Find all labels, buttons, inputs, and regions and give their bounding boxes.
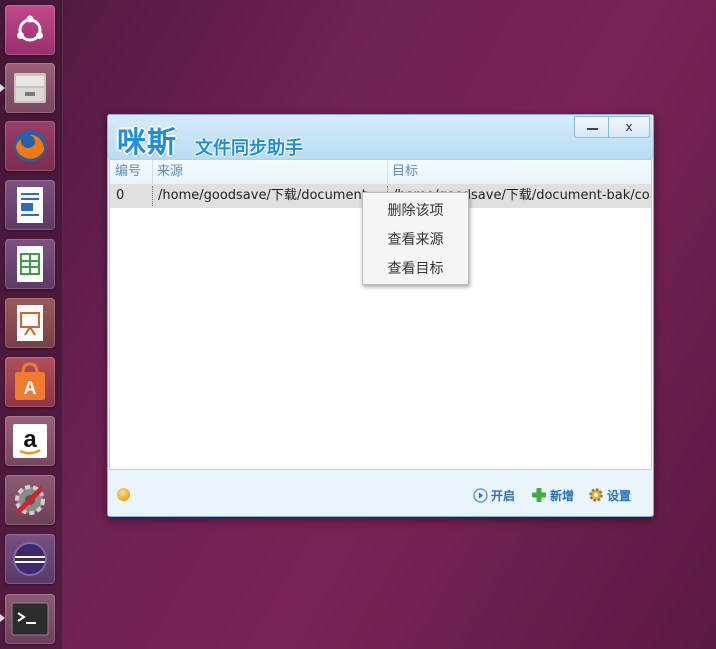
table-header: 编号 来源 目标 <box>110 160 651 185</box>
menu-item-delete[interactable]: 删除该项 <box>363 199 468 223</box>
settings-button[interactable]: 设置 <box>588 485 631 505</box>
running-indicator <box>0 614 5 622</box>
settings-label: 设置 <box>607 488 632 503</box>
svg-text:a: a <box>23 426 37 453</box>
writer-icon[interactable] <box>5 180 55 230</box>
eclipse-icon[interactable] <box>5 534 55 584</box>
column-header-source[interactable]: 来源 <box>152 160 387 184</box>
add-label: 新增 <box>550 488 575 503</box>
column-header-id[interactable]: 编号 <box>110 160 152 184</box>
files-icon[interactable] <box>5 63 55 113</box>
software-center-icon[interactable]: A <box>5 357 55 407</box>
minimize-button[interactable] <box>574 116 610 138</box>
minimize-icon <box>586 128 598 130</box>
close-button[interactable]: x <box>608 116 650 138</box>
running-indicator <box>0 84 5 92</box>
svg-text:A: A <box>24 378 37 398</box>
ubuntu-dash-icon[interactable] <box>5 5 55 55</box>
start-label: 开启 <box>491 488 516 503</box>
amazon-icon[interactable]: a <box>5 416 55 466</box>
start-button[interactable]: 开启 <box>473 485 515 505</box>
status-indicator-icon <box>117 488 130 501</box>
menu-item-view-target[interactable]: 查看目标 <box>363 257 468 281</box>
app-logo: 咪斯 <box>117 125 178 159</box>
sync-assistant-window: 咪斯 文件同步助手 x 编号 来源 目标 0 /home/goodsave/下载… <box>107 114 654 517</box>
calc-icon[interactable] <box>5 239 55 289</box>
app-subtitle: 文件同步助手 <box>195 138 303 159</box>
launcher: A a <box>0 0 63 649</box>
row-id: 0 <box>116 188 125 203</box>
terminal-icon[interactable] <box>5 594 55 644</box>
column-header-target[interactable]: 目标 <box>387 160 651 184</box>
play-icon <box>473 487 488 503</box>
close-icon: x <box>625 120 633 134</box>
menu-item-view-source[interactable]: 查看来源 <box>363 228 468 252</box>
system-settings-icon[interactable] <box>5 475 55 525</box>
context-menu: 删除该项 查看来源 查看目标 <box>362 192 469 285</box>
plus-icon <box>531 487 547 503</box>
firefox-icon[interactable] <box>5 121 55 171</box>
title-bar[interactable]: 咪斯 文件同步助手 x <box>108 115 653 159</box>
gear-icon <box>588 487 604 503</box>
add-button[interactable]: 新增 <box>531 485 574 505</box>
row-source: /home/goodsave/下载/document <box>158 188 367 203</box>
impress-icon[interactable] <box>5 298 55 348</box>
